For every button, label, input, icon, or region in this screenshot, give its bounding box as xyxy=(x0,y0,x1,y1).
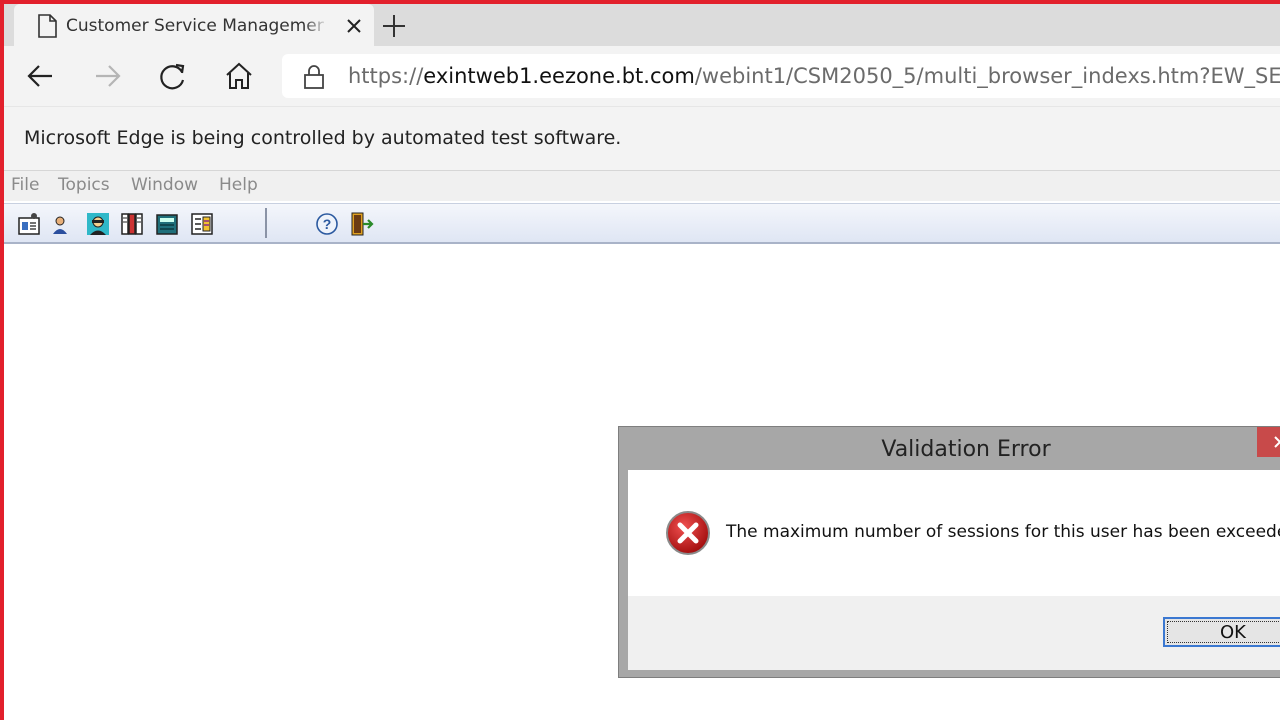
browser-tab[interactable]: Customer Service Management ( xyxy=(14,4,374,46)
navigation-bar: https://exintweb1.eezone.bt.com/webint1/… xyxy=(4,46,1280,106)
close-icon[interactable] xyxy=(342,14,366,38)
url-scheme: https:// xyxy=(348,64,424,88)
forward-arrow-icon[interactable] xyxy=(90,60,124,92)
agent-icon[interactable] xyxy=(86,212,110,236)
tab-title-fade xyxy=(304,12,328,40)
menu-help[interactable]: Help xyxy=(219,173,258,197)
refresh-icon[interactable] xyxy=(156,60,190,92)
url-domain: exintweb1.eezone.bt.com xyxy=(423,64,695,88)
dialog-message-area: The maximum number of sessions for this … xyxy=(628,470,1280,596)
page-icon xyxy=(38,14,57,38)
plus-icon[interactable] xyxy=(380,12,408,40)
address-bar[interactable]: https://exintweb1.eezone.bt.com/webint1/… xyxy=(282,54,1280,98)
error-icon xyxy=(666,511,710,555)
menu-window[interactable]: Window xyxy=(131,173,198,197)
tab-title: Customer Service Management ( xyxy=(66,16,324,36)
dialog-title: Validation Error xyxy=(881,437,1051,462)
validation-error-dialog: Validation Error The maximum number of s… xyxy=(618,426,1280,678)
toolbar-separator xyxy=(265,208,267,238)
calculator-icon[interactable] xyxy=(155,212,179,236)
customer-details-icon[interactable] xyxy=(17,212,41,236)
focus-ring xyxy=(1167,621,1280,643)
url-text[interactable]: https://exintweb1.eezone.bt.com/webint1/… xyxy=(348,62,1280,90)
tab-strip: Customer Service Management ( xyxy=(4,4,1280,46)
user-icon[interactable] xyxy=(48,212,72,236)
app-menubar: File Topics Window Help xyxy=(4,171,1280,201)
window-frame-left xyxy=(0,0,4,720)
help-icon[interactable]: ? xyxy=(315,212,339,236)
dialog-message: The maximum number of sessions for this … xyxy=(726,522,1280,542)
menu-topics[interactable]: Topics xyxy=(58,173,110,197)
menu-file[interactable]: File xyxy=(11,173,39,197)
dialog-body: The maximum number of sessions for this … xyxy=(628,470,1280,670)
lock-icon[interactable] xyxy=(302,64,326,90)
dialog-button-area: OK xyxy=(628,596,1280,670)
window-frame-top xyxy=(0,0,1280,4)
back-arrow-icon[interactable] xyxy=(24,60,58,92)
app-toolbar: ? xyxy=(4,203,1280,244)
notes-icon[interactable] xyxy=(190,212,214,236)
ok-button[interactable]: OK xyxy=(1163,617,1280,647)
books-icon[interactable] xyxy=(120,212,144,236)
automation-infobar: Microsoft Edge is being controlled by au… xyxy=(4,106,1280,171)
exit-icon[interactable] xyxy=(350,212,374,236)
home-icon[interactable] xyxy=(222,60,256,92)
svg-text:?: ? xyxy=(323,216,332,232)
url-path: /webint1/CSM2050_5/multi_browser_indexs.… xyxy=(694,64,1280,88)
infobar-text: Microsoft Edge is being controlled by au… xyxy=(24,127,622,149)
